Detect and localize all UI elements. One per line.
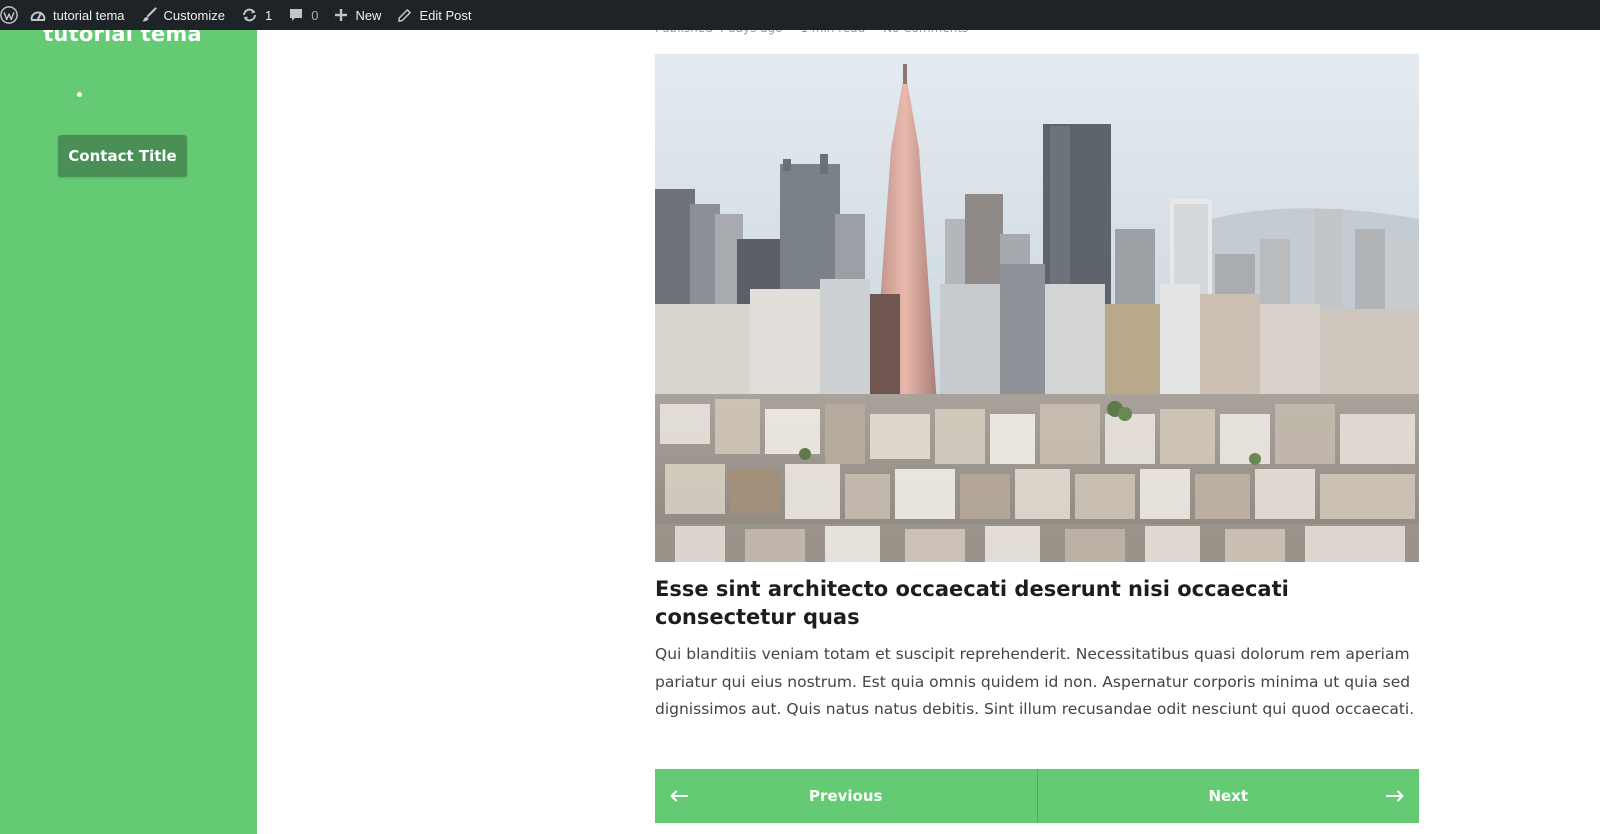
wordpress-icon [0, 6, 18, 24]
post-title[interactable]: Esse sint architecto occaecati deserunt … [655, 575, 1419, 631]
new-label: New [355, 7, 382, 23]
arrow-right-icon [1386, 790, 1404, 802]
paintbrush-icon [141, 7, 157, 23]
next-post-button[interactable]: Next [1037, 769, 1419, 823]
comments-link[interactable]: 0 [280, 0, 326, 30]
site-name-link[interactable]: tutorial tema [22, 0, 133, 30]
city-skyline-image [655, 54, 1419, 562]
refresh-icon [241, 7, 258, 23]
admin-bar: tutorial tema Customize 1 0 New Edit Pos… [0, 0, 1600, 30]
previous-post-button[interactable]: Previous [655, 769, 1038, 823]
next-label: Next [1208, 787, 1249, 805]
sidebar: tutorial tema Contact Title [0, 22, 257, 834]
post-navigation: Previous Next [655, 769, 1419, 823]
updates-link[interactable]: 1 [233, 0, 280, 30]
comments-count: 0 [311, 7, 319, 23]
edit-post-link[interactable]: Edit Post [389, 0, 479, 30]
contact-button[interactable]: Contact Title [58, 135, 187, 177]
comment-icon [288, 7, 304, 23]
previous-label: Previous [809, 787, 883, 805]
dashboard-icon [30, 7, 46, 23]
updates-count: 1 [264, 7, 273, 23]
edit-post-label: Edit Post [419, 7, 472, 23]
customize-link[interactable]: Customize [133, 0, 233, 30]
featured-image [655, 54, 1419, 562]
plus-icon [334, 8, 348, 22]
arrow-left-icon [670, 790, 688, 802]
wordpress-menu[interactable] [0, 0, 22, 30]
post-excerpt: Qui blanditiis veniam totam et suscipit … [655, 645, 1415, 718]
menu-bullet [77, 92, 82, 97]
site-name-label: tutorial tema [53, 7, 125, 23]
pencil-icon [397, 8, 412, 23]
customize-label: Customize [163, 7, 225, 23]
new-content-link[interactable]: New [326, 0, 389, 30]
